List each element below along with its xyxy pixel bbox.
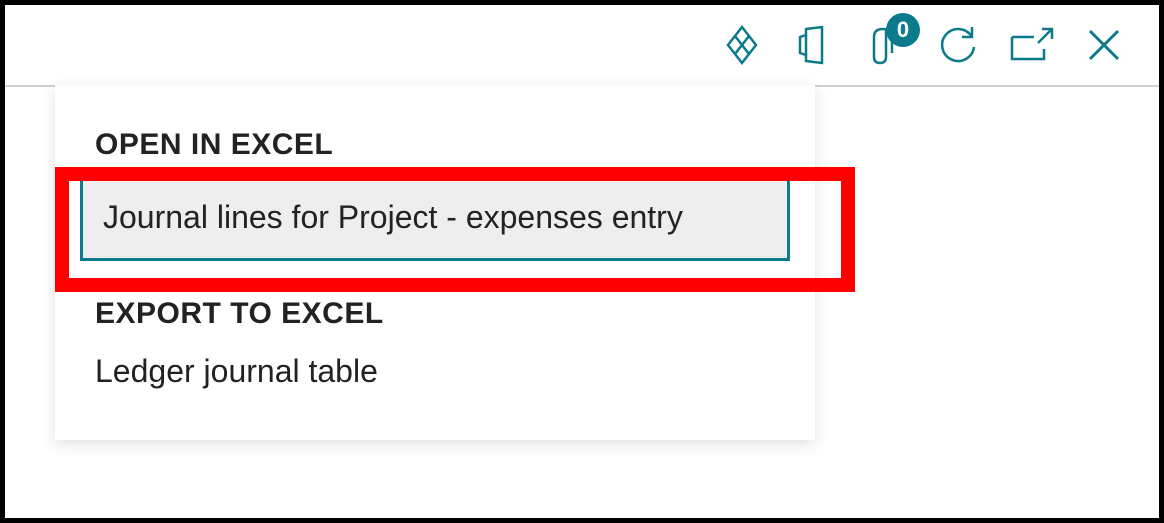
menu-item-journal-lines-project-expenses[interactable]: Journal lines for Project - expenses ent… (80, 174, 790, 261)
refresh-icon[interactable] (936, 23, 980, 67)
excel-dropdown-panel: OPEN IN EXCEL Journal lines for Project … (55, 85, 815, 440)
power-apps-icon[interactable] (720, 23, 764, 67)
section-header-open-in-excel: OPEN IN EXCEL (55, 110, 815, 174)
menu-item-ledger-journal-table[interactable]: Ledger journal table (55, 343, 815, 400)
office-icon[interactable] (792, 23, 836, 67)
section-header-export-to-excel: EXPORT TO EXCEL (55, 279, 815, 343)
close-icon[interactable] (1084, 25, 1124, 65)
toolbar: 0 (720, 5, 1159, 85)
attachments-count: 0 (897, 17, 909, 43)
attachments-count-badge: 0 (886, 13, 920, 47)
attachments-icon[interactable]: 0 (864, 23, 908, 67)
popout-icon[interactable] (1008, 23, 1056, 67)
